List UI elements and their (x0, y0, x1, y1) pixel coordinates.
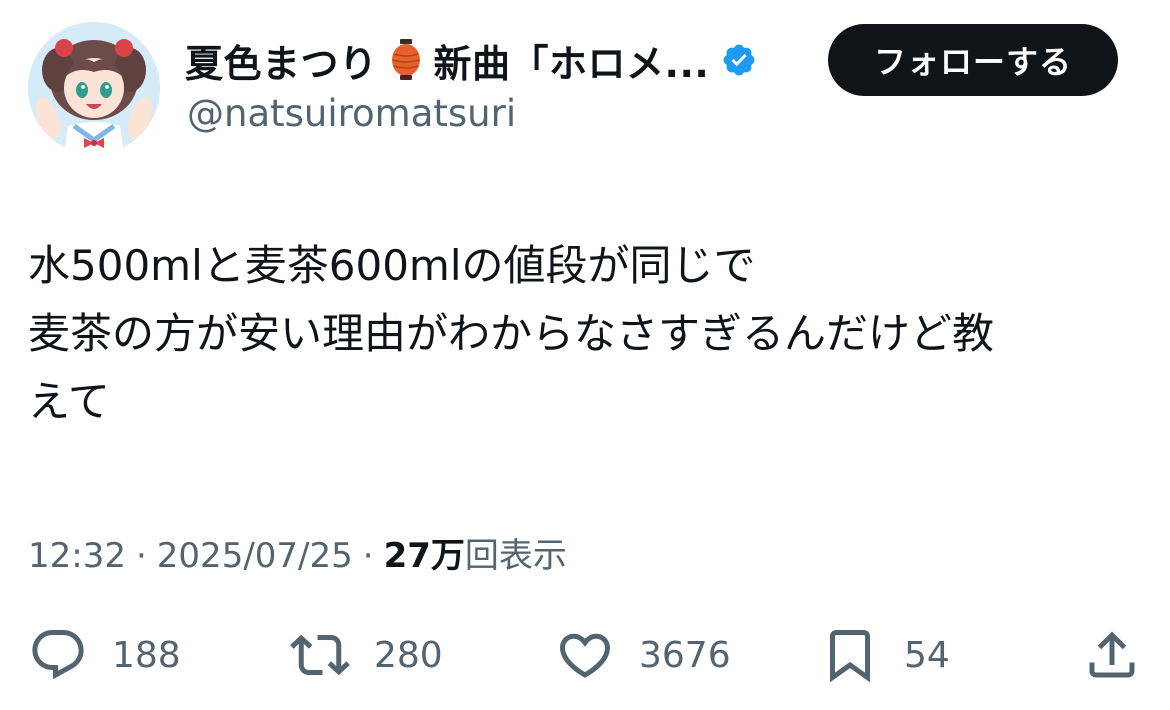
views-count: 27万 (383, 536, 465, 576)
heart-icon (555, 625, 615, 685)
follow-button[interactable]: フォローする (828, 24, 1118, 96)
tweet-card: 夏色まつり 新曲「ホロメ... @natsuiromatsuri フォローする … (0, 0, 1170, 710)
tweet-text-line: 水500mlと麦茶600mlの値段が同じで (28, 241, 756, 290)
red-lantern-icon (388, 38, 424, 82)
display-name[interactable]: 夏色まつり (185, 33, 378, 88)
tweet-date[interactable]: 2025/07/25 (157, 536, 353, 576)
tweet-text-line: 麦茶の方が安い理由がわからなさすぎるんだけど教 (28, 309, 995, 358)
retweet-count: 280 (374, 634, 443, 676)
like-count: 3676 (639, 634, 731, 676)
bookmark-count: 54 (904, 634, 950, 676)
avatar[interactable] (28, 22, 160, 154)
action-bar: 188 280 3676 54 (0, 620, 1170, 690)
tweet-text: 水500mlと麦茶600mlの値段が同じで 麦茶の方が安い理由がわからなさすぎる… (28, 232, 1143, 436)
share-button[interactable] (1082, 620, 1142, 690)
display-name-suffix[interactable]: 新曲「ホロメ... (434, 33, 710, 88)
bookmark-button[interactable]: 54 (820, 620, 950, 690)
verified-badge-icon[interactable] (721, 42, 757, 78)
display-name-row: 夏色まつり 新曲「ホロメ... (185, 30, 757, 90)
reply-bubble-icon (28, 625, 88, 685)
bookmark-icon (820, 625, 880, 685)
meta-separator: · (362, 536, 374, 576)
user-handle[interactable]: @natsuiromatsuri (187, 92, 516, 135)
share-icon (1082, 625, 1142, 685)
like-button[interactable]: 3676 (555, 620, 731, 690)
retweet-button[interactable]: 280 (290, 620, 443, 690)
reply-button[interactable]: 188 (28, 620, 181, 690)
meta-separator: · (135, 536, 147, 576)
reply-count: 188 (112, 634, 181, 676)
tweet-time[interactable]: 12:32 (28, 536, 126, 576)
tweet-text-line: えて (28, 377, 110, 426)
retweet-icon (290, 625, 350, 685)
views-label: 回表示 (464, 536, 567, 576)
tweet-meta: 12:32 · 2025/07/25 · 27万 回表示 (28, 528, 567, 577)
avatar-image (28, 22, 160, 154)
